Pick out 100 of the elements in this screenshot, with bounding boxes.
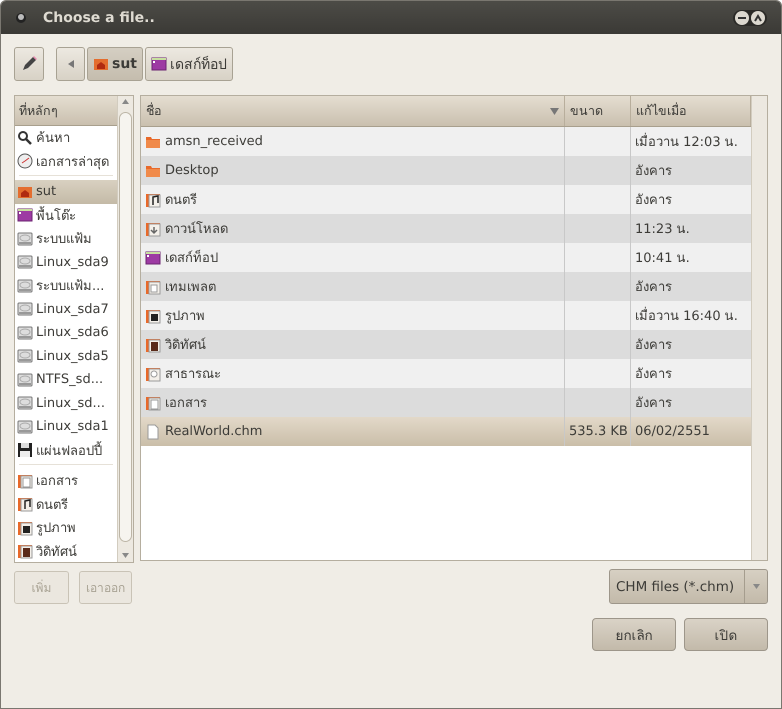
documents-folder-icon — [17, 472, 33, 489]
music-folder-icon — [17, 496, 33, 512]
file-name: เอกสาร — [165, 395, 207, 413]
scroll-down-icon — [122, 552, 129, 558]
desktop-icon — [151, 56, 167, 72]
sidebar-item[interactable]: Linux_sda1 — [15, 415, 117, 438]
drive-icon — [17, 278, 33, 294]
sidebar-item[interactable]: Linux_sd... — [15, 392, 117, 415]
left-arrow-icon — [68, 60, 74, 68]
sidebar-item[interactable]: NTFS_sd... — [15, 368, 117, 392]
file-name: RealWorld.chm — [165, 424, 262, 439]
path-button[interactable]: เดสก์ท็อป — [145, 47, 233, 81]
file-row[interactable]: สาธารณะ อังคาร — [141, 359, 751, 388]
file-name: เดสก์ท็อป — [165, 248, 218, 268]
sidebar-item[interactable]: ระบบแฟ้ม... — [15, 274, 117, 298]
sort-arrow-icon — [550, 108, 559, 114]
videos-folder-icon — [17, 543, 33, 560]
file-row[interactable]: ดาวน์โหลด 11:23 น. — [141, 214, 751, 243]
search-icon — [17, 130, 33, 146]
file-row[interactable]: รูปภาพ เมื่อวาน 16:40 น. — [141, 301, 751, 330]
sidebar-item[interactable]: พื้นโต๊ะ — [15, 204, 117, 227]
file-name: วิดิทัศน์ — [165, 336, 206, 355]
sidebar-item[interactable]: Linux_sda7 — [15, 298, 117, 321]
modified-date: อังคาร — [635, 192, 672, 210]
file-row[interactable]: เอกสาร อังคาร — [141, 388, 751, 417]
dropdown-arrow-icon — [752, 584, 760, 589]
file-name: รูปภาพ — [165, 308, 205, 326]
file-name: สาธารณะ — [165, 366, 221, 384]
modified-date: อังคาร — [635, 163, 672, 181]
sidebar-item[interactable]: sut — [15, 180, 117, 204]
drive-icon — [17, 418, 33, 435]
home-folder-icon — [93, 56, 109, 72]
scrollbar[interactable] — [751, 96, 767, 560]
sidebar-item[interactable]: Linux_sda6 — [15, 321, 117, 344]
sidebar-item[interactable]: ดนตรี — [15, 492, 117, 516]
modified-date: อังคาร — [635, 279, 672, 297]
sidebar-item[interactable]: เอกสารล่าสุด — [15, 150, 117, 173]
pictures-folder-icon — [145, 308, 161, 324]
pencil-icon — [20, 55, 38, 73]
sidebar-item[interactable]: รูปภาพ — [15, 516, 117, 540]
file-row[interactable]: ดนตรี อังคาร — [141, 185, 751, 214]
file-row[interactable]: Desktop อังคาร — [141, 156, 751, 185]
modified-date: อังคาร — [635, 395, 672, 413]
modified-date: อังคาร — [635, 366, 672, 384]
public-folder-icon — [145, 366, 161, 382]
file-row[interactable]: amsn_received เมื่อวาน 12:03 น. — [141, 127, 751, 156]
sidebar-item[interactable]: เอกสาร — [15, 469, 117, 492]
file-name: Desktop — [165, 163, 219, 178]
file-row[interactable]: RealWorld.chm 535.3 KB 06/02/2551 — [141, 417, 751, 446]
modified-date: 10:41 น. — [635, 250, 690, 268]
drive-icon — [17, 254, 33, 270]
path-button[interactable]: sut — [87, 47, 143, 81]
modified-date: เมื่อวาน 16:40 น. — [635, 305, 738, 326]
sidebar-item[interactable]: ระบบแฟ้ม — [15, 227, 117, 250]
window-title: Choose a file.. — [43, 10, 156, 26]
back-button[interactable] — [56, 47, 85, 81]
file-row[interactable]: เทมเพลต อังคาร — [141, 272, 751, 301]
sidebar-item[interactable]: ค้นหา — [15, 126, 117, 150]
file-icon — [145, 424, 161, 440]
modified-date: เมื่อวาน 12:03 น. — [635, 131, 738, 152]
open-button[interactable]: เปิด — [684, 618, 768, 651]
desktop-icon — [145, 250, 161, 266]
modified-date: 11:23 น. — [635, 221, 690, 239]
modified-date: 06/02/2551 — [635, 424, 710, 439]
videos-folder-icon — [145, 336, 161, 352]
floppy-icon — [17, 442, 33, 458]
file-name: เทมเพลต — [165, 279, 216, 297]
window-menu-icon — [15, 12, 27, 24]
edit-location-button[interactable] — [14, 47, 44, 81]
file-name: amsn_received — [165, 134, 263, 149]
scroll-up-icon — [122, 98, 129, 104]
file-name: ดนตรี — [165, 192, 197, 210]
file-size: 535.3 KB — [569, 424, 628, 439]
pictures-folder-icon — [17, 520, 33, 536]
cancel-button[interactable]: ยกเลิก — [592, 618, 676, 651]
column-header[interactable]: ชื่อ — [141, 96, 565, 126]
desktop-icon — [17, 207, 33, 224]
clock-icon — [17, 153, 33, 170]
drive-icon — [17, 348, 33, 364]
templates-folder-icon — [145, 278, 161, 294]
file-type-dropdown[interactable]: CHM files (*.chm) — [609, 569, 768, 604]
file-row[interactable]: เดสก์ท็อป 10:41 น. — [141, 243, 751, 272]
column-header: ที่หลักๆ — [15, 96, 117, 126]
drive-icon — [17, 301, 33, 318]
sidebar-item[interactable]: Linux_sda9 — [15, 250, 117, 274]
file-name: ดาวน์โหลด — [165, 220, 228, 239]
documents-folder-icon — [145, 394, 161, 410]
file-row[interactable]: วิดิทัศน์ อังคาร — [141, 330, 751, 359]
modified-date: อังคาร — [635, 337, 672, 355]
sidebar-item[interactable]: วิดิทัศน์ — [15, 540, 117, 562]
download-folder-icon — [145, 220, 161, 236]
sidebar-item[interactable]: Linux_sda5 — [15, 344, 117, 368]
window-controls-icon[interactable] — [733, 8, 767, 26]
drive-icon — [17, 324, 33, 341]
scrollbar[interactable] — [117, 96, 133, 562]
drive-icon — [17, 395, 33, 412]
drive-icon — [17, 372, 33, 388]
drive-icon — [17, 230, 33, 247]
column-header[interactable]: ขนาด — [565, 96, 631, 126]
sidebar-item[interactable]: แผ่นฟลอปปี้ — [15, 438, 117, 462]
